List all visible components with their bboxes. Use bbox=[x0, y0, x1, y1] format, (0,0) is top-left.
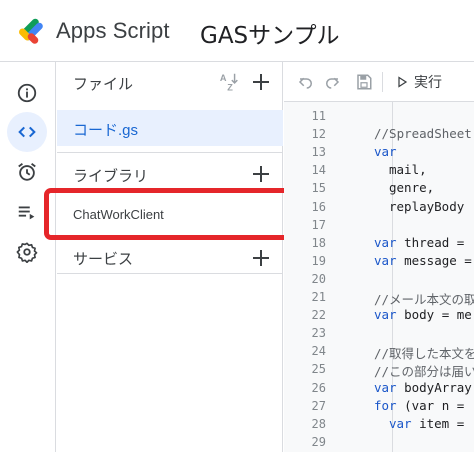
list-play-icon bbox=[18, 206, 35, 220]
left-navigation-rail bbox=[0, 62, 56, 452]
code-line: var bodyArray bbox=[374, 379, 472, 395]
add-library-icon[interactable] bbox=[249, 162, 273, 186]
code-line: //メール本文の取 bbox=[374, 292, 474, 307]
undo-button[interactable] bbox=[294, 70, 318, 94]
run-button[interactable]: 実行 bbox=[396, 70, 442, 94]
sort-az-icon[interactable]: A Z bbox=[219, 71, 241, 93]
code-line: //SpreadSheet bbox=[374, 126, 472, 142]
line-number-gutter: 11 12 13 14 15 16 17 18 19 20 21 22 23 24 25 26 27 28 29 bbox=[284, 102, 334, 452]
line-number: 24 bbox=[311, 344, 326, 359]
code-line: var thread = bbox=[374, 234, 465, 250]
services-section-header: サービス bbox=[57, 238, 283, 278]
files-section-header: ファイル A Z bbox=[57, 62, 283, 102]
gear-icon bbox=[16, 242, 38, 263]
highlight-box bbox=[44, 188, 292, 240]
line-number: 23 bbox=[311, 326, 326, 341]
line-number: 22 bbox=[311, 308, 326, 323]
line-number: 12 bbox=[311, 127, 326, 142]
services-section-title: サービス bbox=[73, 251, 134, 268]
line-number: 28 bbox=[311, 416, 326, 431]
apps-script-window: Apps Script GASサンプル ファイル A Z コード.gs ライブラ… bbox=[0, 0, 474, 452]
executions-button[interactable] bbox=[7, 192, 47, 232]
editor-toolbar: 実行 bbox=[284, 62, 474, 102]
file-panel: ファイル A Z コード.gs ライブラリ ChatWorkClient サービ… bbox=[57, 62, 283, 452]
play-icon bbox=[398, 76, 408, 88]
file-item-code-gs[interactable]: コード.gs bbox=[57, 110, 283, 146]
line-number: 25 bbox=[311, 362, 326, 377]
line-number: 19 bbox=[311, 253, 326, 268]
code-area[interactable]: //SpreadSheet var mail, genre, replayBody var… bbox=[334, 102, 474, 452]
code-line: mail, bbox=[389, 162, 427, 178]
line-number: 14 bbox=[311, 163, 326, 178]
code-line: //取得した本文を bbox=[374, 346, 474, 362]
line-number: 15 bbox=[311, 181, 326, 196]
line-number: 17 bbox=[311, 217, 326, 232]
save-button[interactable] bbox=[352, 70, 376, 94]
svg-text:Z: Z bbox=[227, 82, 233, 92]
code-line: genre, bbox=[389, 180, 435, 196]
libraries-section-header: ライブラリ bbox=[57, 152, 283, 192]
settings-button[interactable] bbox=[7, 232, 47, 272]
line-number: 20 bbox=[311, 271, 326, 286]
toolbar-separator bbox=[382, 72, 383, 92]
undo-icon bbox=[298, 77, 312, 89]
line-number: 21 bbox=[311, 290, 326, 304]
svg-text:A: A bbox=[220, 73, 227, 83]
apps-script-logo-icon[interactable] bbox=[16, 14, 48, 46]
code-line: //この部分は届い bbox=[374, 364, 474, 380]
overview-button[interactable] bbox=[7, 73, 47, 113]
line-number: 29 bbox=[311, 434, 326, 449]
code-line: var item = bbox=[389, 415, 465, 431]
redo-button[interactable] bbox=[320, 70, 344, 94]
redo-icon bbox=[326, 77, 340, 89]
alarm-clock-icon bbox=[18, 163, 36, 181]
code-line: replayBody bbox=[389, 198, 465, 214]
save-icon bbox=[357, 74, 372, 90]
triggers-button[interactable] bbox=[7, 152, 47, 192]
top-header: Apps Script GASサンプル bbox=[0, 0, 474, 62]
project-name[interactable]: GASサンプル bbox=[200, 16, 339, 50]
line-number: 27 bbox=[311, 398, 326, 413]
code-line: var message = bbox=[374, 252, 472, 268]
add-service-icon[interactable] bbox=[249, 246, 273, 270]
file-item-label: コード.gs bbox=[73, 122, 139, 139]
line-number: 11 bbox=[311, 109, 326, 123]
files-section-title: ファイル bbox=[73, 76, 134, 93]
code-editor[interactable]: 11 12 13 14 15 16 17 18 19 20 21 22 23 24 25 26 27 28 29 /… bbox=[284, 102, 474, 452]
line-number: 18 bbox=[311, 235, 326, 250]
add-file-icon[interactable] bbox=[249, 70, 273, 94]
code-line: var body = me bbox=[374, 307, 472, 323]
code-line: var bbox=[374, 144, 397, 160]
libraries-section-title: ライブラリ bbox=[73, 168, 149, 185]
code-line: for (var n = bbox=[374, 397, 465, 413]
app-name: Apps Script bbox=[56, 18, 170, 43]
run-label: 実行 bbox=[414, 74, 442, 90]
line-number: 16 bbox=[311, 199, 326, 214]
line-number: 26 bbox=[311, 380, 326, 395]
line-number: 13 bbox=[311, 145, 326, 160]
info-icon bbox=[17, 83, 37, 103]
divider bbox=[57, 273, 283, 274]
editor-button[interactable] bbox=[7, 112, 47, 152]
code-icon bbox=[18, 126, 36, 138]
